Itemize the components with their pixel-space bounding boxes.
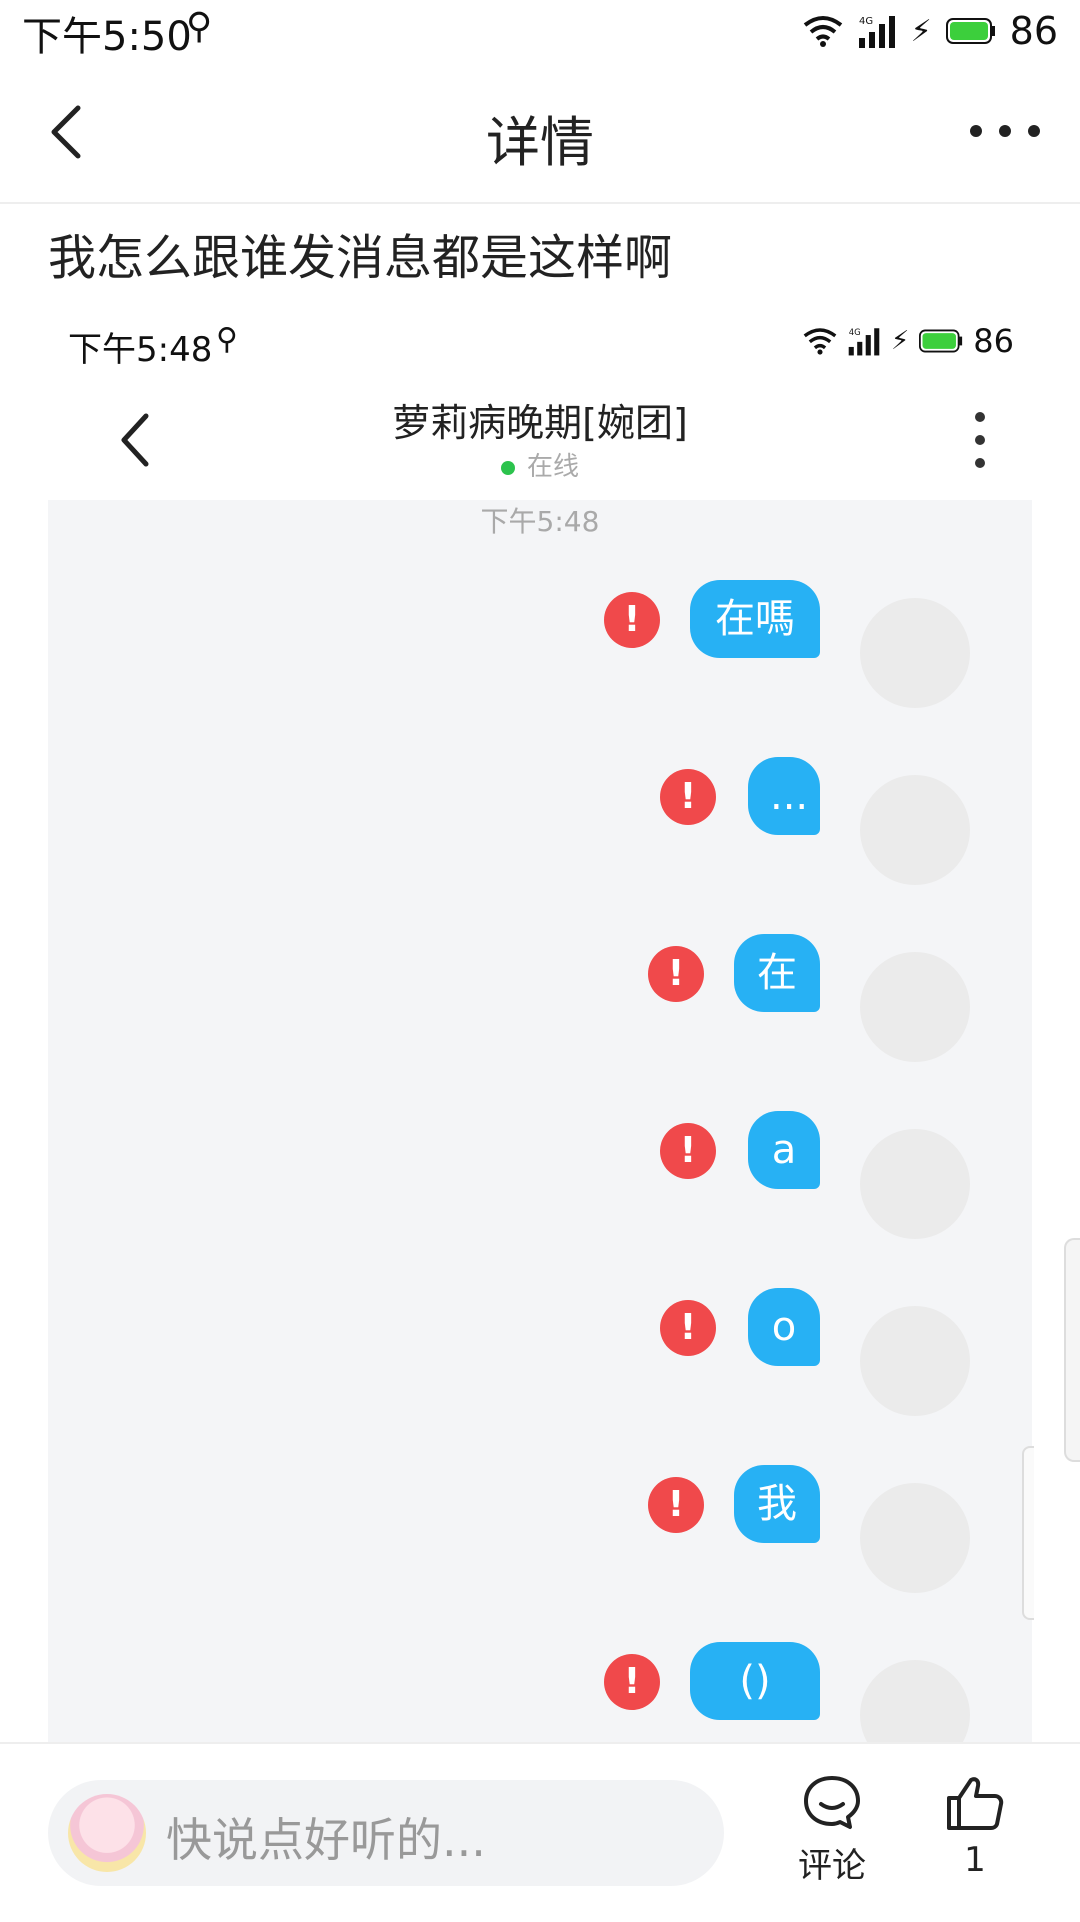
charging-icon: ⚡: [891, 326, 910, 356]
online-status: 在线: [48, 446, 1032, 483]
svg-text:4G: 4G: [859, 16, 873, 27]
chat-header: 萝莉病晚期[婉团] 在线: [48, 382, 1032, 502]
wifi-icon: [803, 16, 842, 47]
avatar[interactable]: [860, 952, 970, 1062]
battery-icon: [919, 329, 963, 353]
input-placeholder: 快说点好听的...: [166, 1813, 486, 1867]
svg-text:4G: 4G: [849, 328, 861, 338]
charging-icon: ⚡: [910, 13, 932, 49]
message-row: ! (): [48, 1642, 1032, 1742]
more-dots-icon[interactable]: [970, 106, 1040, 156]
nav-bar: 详情: [0, 62, 1080, 204]
status-icons: 4G ⚡ 86: [803, 6, 1058, 56]
message-row: ! 我: [48, 1465, 1032, 1593]
battery-icon: [945, 18, 995, 44]
avatar: [68, 1794, 146, 1872]
error-icon[interactable]: !: [660, 769, 716, 825]
embedded-screenshot: 下午5:48 ⚲ 4G ⚡ 86 萝莉病晚期[婉团] 在线 下午5:48 ! 在…: [48, 302, 1032, 1742]
message-row: ! ...: [48, 757, 1032, 885]
comment-label: 评论: [798, 1846, 866, 1886]
status-bar: 下午5:50 ⚲ 4G ⚡ 86: [0, 0, 1080, 62]
embedded-status-bar: 下午5:48 ⚲ 4G ⚡ 86: [48, 302, 1032, 382]
message-row: ! 在嗎: [48, 580, 1032, 708]
message-bubble[interactable]: 我: [734, 1465, 820, 1543]
kebab-menu-icon[interactable]: [974, 412, 986, 468]
error-icon[interactable]: !: [648, 946, 704, 1002]
message-bubble[interactable]: (): [690, 1642, 820, 1720]
error-icon[interactable]: !: [660, 1300, 716, 1356]
avatar[interactable]: [860, 1483, 970, 1593]
like-count: 1: [964, 1840, 986, 1880]
message-bubble[interactable]: 在嗎: [690, 580, 820, 658]
message-bubble[interactable]: o: [748, 1288, 820, 1366]
avatar[interactable]: [860, 598, 970, 708]
error-icon[interactable]: !: [604, 1654, 660, 1710]
usb-icon: ⚲: [216, 322, 238, 357]
avatar[interactable]: [860, 1660, 970, 1742]
message-bubble[interactable]: 在: [734, 934, 820, 1012]
message-bubble[interactable]: a: [748, 1111, 820, 1189]
message-row: ! o: [48, 1288, 1032, 1416]
chat-contact-name: 萝莉病晚期[婉团]: [392, 401, 688, 445]
message-bubble[interactable]: ...: [748, 757, 820, 835]
chat-area: 下午5:48 ! 在嗎 ! ... ! 在 ! a ! o ! 我 ! (): [48, 500, 1032, 1742]
status-time: 下午5:50: [22, 14, 192, 60]
usb-icon: ⚲: [186, 6, 213, 47]
comment-button[interactable]: 评论: [777, 1774, 887, 1887]
online-dot-icon: [500, 460, 515, 475]
online-status-text: 在线: [526, 452, 579, 482]
bottom-bar: 快说点好听的... 评论 1: [0, 1742, 1080, 1922]
thumbs-up-icon: [947, 1777, 1004, 1830]
avatar[interactable]: [860, 775, 970, 885]
message-row: ! 在: [48, 934, 1032, 1062]
signal-icon: 4G: [848, 328, 880, 356]
page-title: 详情: [486, 111, 594, 174]
avatar[interactable]: [860, 1129, 970, 1239]
scroll-handle[interactable]: [1064, 1238, 1080, 1462]
chat-timestamp: 下午5:48: [480, 505, 600, 538]
error-icon[interactable]: !: [648, 1477, 704, 1533]
wifi-icon: [803, 328, 837, 355]
battery-level: 86: [1009, 9, 1058, 53]
post-text: 我怎么跟谁发消息都是这样啊: [48, 230, 673, 286]
embedded-status-icons: 4G ⚡ 86: [803, 322, 1014, 360]
message-row: ! a: [48, 1111, 1032, 1239]
comment-input[interactable]: 快说点好听的...: [48, 1780, 724, 1886]
comment-icon: [804, 1776, 860, 1829]
error-icon[interactable]: !: [660, 1123, 716, 1179]
like-button[interactable]: 1: [920, 1774, 1030, 1880]
embedded-status-time: 下午5:48: [68, 330, 213, 370]
error-icon[interactable]: !: [604, 592, 660, 648]
embedded-battery-level: 86: [973, 322, 1014, 360]
avatar[interactable]: [860, 1306, 970, 1416]
signal-icon: 4G: [858, 16, 895, 48]
embedded-scroll-handle: [1022, 1446, 1034, 1620]
